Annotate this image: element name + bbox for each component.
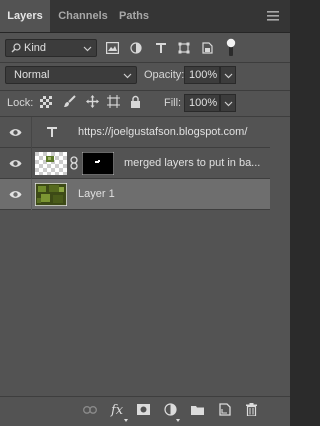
trash-icon[interactable]	[246, 403, 257, 416]
tab-layers[interactable]: Layers	[0, 0, 50, 32]
pixel-layer-filter-icon[interactable]	[106, 42, 119, 54]
layers-panel: Layers Channels Paths Kind Normal Opacit…	[0, 0, 290, 426]
adjustment-layer-filter-icon[interactable]	[130, 42, 142, 54]
chevron-down-icon	[224, 101, 233, 107]
layer-list-scrollbar[interactable]	[271, 117, 290, 396]
mask-link-icon[interactable]	[70, 156, 78, 170]
layer-thumbnail	[35, 183, 67, 206]
filter-toggle-icon[interactable]	[226, 38, 236, 56]
fill-value: 100%	[189, 97, 218, 109]
link-icon[interactable]	[83, 406, 97, 414]
eye-icon	[9, 191, 22, 198]
lock-all-icon[interactable]	[130, 95, 141, 108]
layer-name[interactable]: Layer 1	[78, 188, 115, 200]
blend-mode-value: Normal	[14, 69, 50, 81]
fx-icon[interactable]: fx	[111, 403, 123, 418]
lock-label: Lock:	[7, 97, 34, 109]
filter-kind-dropdown[interactable]: Kind	[5, 39, 97, 57]
lock-position-icon[interactable]	[86, 95, 99, 108]
adjustment-icon[interactable]	[164, 403, 177, 416]
layer-thumbnail	[35, 152, 67, 175]
lock-artboard-icon[interactable]	[107, 95, 120, 108]
layer-row-text[interactable]: https://joelgustafson.blogspot.com/	[0, 117, 270, 148]
filter-kind-label: Kind	[24, 42, 47, 54]
mask-icon[interactable]	[137, 404, 150, 415]
panel-menu-icon[interactable]	[266, 10, 280, 22]
fx-dropdown-indicator-icon	[124, 419, 128, 422]
layer-row-masked[interactable]: merged layers to put in ba...	[0, 148, 270, 179]
adjustment-dropdown-indicator-icon	[176, 419, 180, 422]
type-layer-filter-icon[interactable]	[155, 42, 167, 54]
blend-mode-dropdown[interactable]: Normal	[5, 66, 137, 84]
tab-channels[interactable]: Channels	[58, 0, 108, 32]
eye-icon	[9, 160, 22, 167]
visibility-toggle[interactable]	[0, 179, 32, 210]
folder-icon[interactable]	[191, 405, 204, 415]
opacity-input[interactable]: 100%	[184, 66, 220, 84]
tab-paths[interactable]: Paths	[118, 0, 150, 32]
fill-dropdown-button[interactable]	[220, 94, 236, 112]
layer-list: https://joelgustafson.blogspot.com/ merg…	[0, 117, 270, 397]
layer-row-image[interactable]: Layer 1	[0, 179, 270, 210]
fill-input[interactable]: 100%	[184, 94, 220, 112]
layer-name[interactable]: https://joelgustafson.blogspot.com/	[78, 126, 247, 138]
eye-icon	[9, 129, 22, 136]
opacity-value: 100%	[189, 69, 218, 81]
search-icon	[11, 43, 21, 53]
panel-tabbar: Layers Channels Paths	[0, 0, 290, 33]
type-layer-icon	[47, 127, 57, 137]
chevron-down-icon	[123, 73, 132, 79]
lock-transparent-pixels-icon[interactable]	[40, 96, 52, 108]
layers-bottom-toolbar: fx	[0, 396, 290, 426]
smart-object-filter-icon[interactable]	[202, 42, 213, 54]
layer-name[interactable]: merged layers to put in ba...	[124, 157, 260, 169]
visibility-toggle[interactable]	[0, 117, 32, 148]
chevron-down-icon	[83, 46, 92, 52]
divider	[0, 62, 290, 63]
layer-mask-thumbnail[interactable]	[82, 152, 114, 175]
opacity-label: Opacity:	[144, 69, 185, 81]
fill-label: Fill:	[164, 97, 182, 109]
shape-layer-filter-icon[interactable]	[178, 42, 190, 54]
visibility-toggle[interactable]	[0, 148, 32, 179]
new-layer-icon[interactable]	[219, 403, 231, 416]
lock-image-pixels-icon[interactable]	[63, 95, 76, 108]
divider	[0, 90, 290, 91]
opacity-dropdown-button[interactable]	[220, 66, 236, 84]
chevron-down-icon	[224, 73, 233, 79]
